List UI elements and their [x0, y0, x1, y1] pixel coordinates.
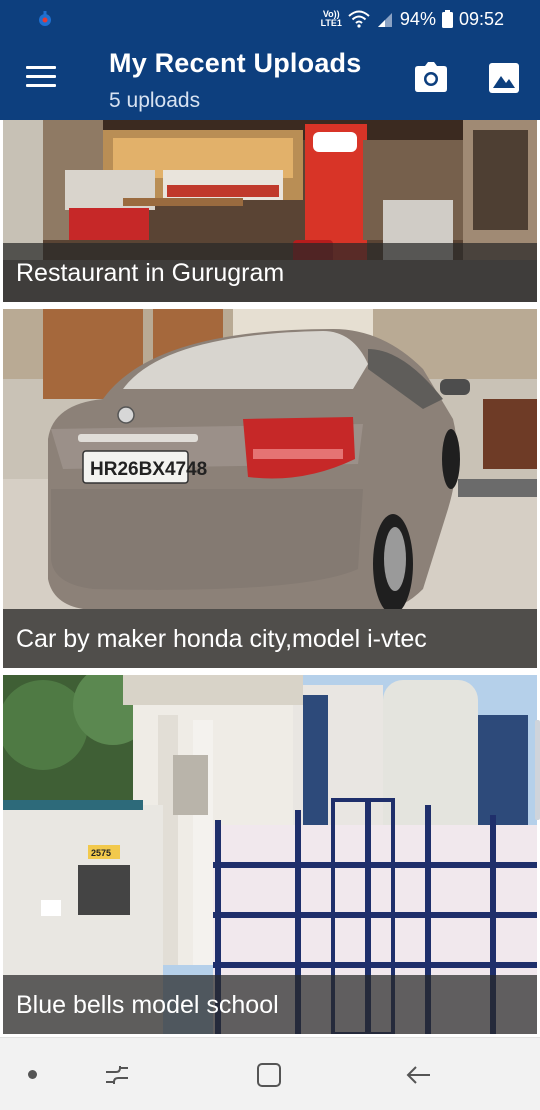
wifi-icon: [348, 10, 370, 28]
page-title: My Recent Uploads: [109, 48, 362, 78]
camera-icon[interactable]: [414, 62, 448, 92]
battery-percent: 94%: [399, 8, 436, 29]
volte-line2: LTE1: [320, 18, 342, 28]
upload-caption: Blue bells model school: [3, 975, 537, 1034]
clock: 09:52: [458, 8, 504, 29]
recents-icon[interactable]: [102, 1060, 132, 1090]
home-icon[interactable]: [254, 1060, 284, 1090]
status-icons: Vo)) LTE1 94% 09:52: [321, 6, 504, 32]
app-bar: My Recent Uploads 5 uploads: [0, 38, 540, 120]
system-nav-bar: [0, 1037, 540, 1110]
upload-card-car[interactable]: HR26BX4748 Car by maker honda city,model…: [3, 309, 537, 668]
image-icon[interactable]: [488, 62, 520, 94]
school-sign-text: 2575: [91, 848, 111, 858]
back-icon[interactable]: [404, 1060, 434, 1090]
volte-indicator: Vo)) LTE1: [321, 10, 342, 28]
menu-icon[interactable]: [26, 66, 56, 90]
upload-count: 5 uploads: [109, 89, 201, 112]
upload-card-restaurant[interactable]: Restaurant in Gurugram: [3, 120, 537, 302]
battery-icon: [441, 10, 453, 28]
upload-caption: Car by maker honda city,model i-vtec: [3, 609, 537, 668]
upload-caption: Restaurant in Gurugram: [3, 243, 537, 302]
scrollbar[interactable]: [535, 720, 540, 820]
app-notification-icon: [36, 10, 54, 28]
status-bar: Vo)) LTE1 94% 09:52: [0, 0, 540, 38]
upload-list[interactable]: Restaurant in Gurugram HR26BX4748 Car by…: [0, 120, 540, 1037]
license-plate-text: HR26BX4748: [90, 459, 207, 480]
upload-card-school[interactable]: 2575 Blue bells model school: [3, 675, 537, 1034]
nav-dot-indicator: [28, 1070, 37, 1079]
signal-icon: [376, 10, 394, 28]
